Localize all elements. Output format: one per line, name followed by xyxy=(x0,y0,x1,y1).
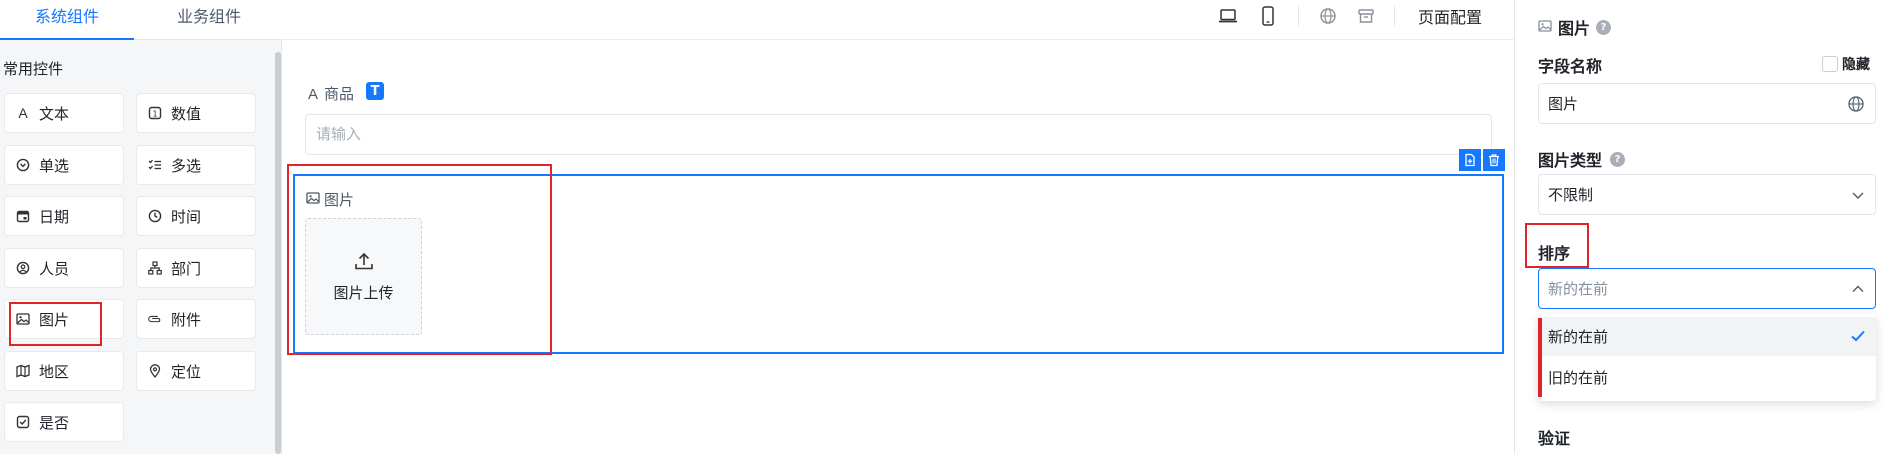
highlight-sort-options xyxy=(1538,318,1542,397)
image-icon xyxy=(15,311,31,327)
text-type-badge: T xyxy=(366,82,384,100)
sort-select[interactable]: 新的在前 xyxy=(1538,268,1876,309)
sort-option-oldest-first[interactable]: 旧的在前 xyxy=(1538,358,1876,397)
sort-label: 排序 xyxy=(1538,244,1571,263)
palette-item-label: 多选 xyxy=(171,156,202,175)
upload-icon xyxy=(353,250,375,276)
palette-item-single-select[interactable]: 单选 xyxy=(4,145,124,185)
toolbar-divider xyxy=(1394,6,1395,26)
checklist-icon xyxy=(147,157,163,173)
help-icon[interactable]: ? xyxy=(1610,151,1626,167)
calendar-icon xyxy=(15,208,31,224)
attachment-icon xyxy=(147,311,163,327)
number-icon: 1 xyxy=(147,105,163,121)
palette-item-label: 人员 xyxy=(39,259,70,278)
text-type-icon: A xyxy=(308,86,319,103)
globe-icon[interactable] xyxy=(1847,95,1865,117)
field-name-value: 图片 xyxy=(1548,95,1579,113)
option-label: 旧的在前 xyxy=(1548,369,1609,387)
image-icon xyxy=(306,191,320,209)
palette-item-label: 是否 xyxy=(39,413,70,432)
image-upload-button[interactable]: 图片上传 xyxy=(305,218,422,335)
sort-option-newest-first[interactable]: 新的在前 xyxy=(1538,317,1876,356)
option-label: 新的在前 xyxy=(1548,328,1609,346)
image-type-select[interactable]: 不限制 xyxy=(1538,174,1876,215)
component-palette: 系统组件 业务组件 常用控件 A 文本 1 数值 单选 多选 日期 时间 人员 … xyxy=(0,0,282,454)
help-icon[interactable]: ? xyxy=(1596,19,1612,35)
sort-value: 新的在前 xyxy=(1548,280,1609,298)
field-name-label: 字段名称 xyxy=(1538,57,1603,76)
checkmark-icon xyxy=(1850,329,1866,347)
palette-item-location[interactable]: 定位 xyxy=(136,351,256,391)
palette-tabs: 系统组件 业务组件 xyxy=(0,0,282,40)
text-icon: A xyxy=(18,105,28,121)
toolbar-divider xyxy=(1298,6,1299,26)
image-type-value: 不限制 xyxy=(1548,186,1594,204)
palette-item-label: 地区 xyxy=(39,362,70,381)
palette-item-label: 部门 xyxy=(171,259,202,278)
palette-item-label: 图片 xyxy=(39,310,70,329)
palette-item-date[interactable]: 日期 xyxy=(4,196,124,236)
hide-checkbox[interactable] xyxy=(1822,56,1838,72)
palette-scrollbar[interactable] xyxy=(275,52,281,454)
copy-field-icon[interactable] xyxy=(1459,149,1481,171)
sort-dropdown: 新的在前 旧的在前 xyxy=(1538,314,1876,401)
org-icon xyxy=(147,260,163,276)
palette-item-label: 日期 xyxy=(39,207,70,226)
svg-text:1: 1 xyxy=(152,110,157,119)
tab-business-components[interactable]: 业务组件 xyxy=(142,0,276,40)
hide-toggle[interactable]: 隐藏 xyxy=(1822,54,1870,74)
user-icon xyxy=(15,260,31,276)
product-field-label: A 商品 xyxy=(308,83,354,104)
section-title: 常用控件 xyxy=(3,60,64,78)
palette-item-number[interactable]: 1 数值 xyxy=(136,93,256,133)
product-input[interactable] xyxy=(305,114,1492,155)
location-pin-icon xyxy=(147,363,163,379)
upload-label: 图片上传 xyxy=(333,284,394,302)
selected-image-field[interactable] xyxy=(293,174,1504,354)
palette-item-label: 时间 xyxy=(171,207,202,226)
palette-item-person[interactable]: 人员 xyxy=(4,248,124,288)
archive-icon[interactable] xyxy=(1355,5,1377,27)
palette-item-label: 文本 xyxy=(39,104,70,123)
canvas-toolbar: 页面配置 xyxy=(282,0,1514,40)
palette-item-text[interactable]: A 文本 xyxy=(4,93,124,133)
palette-item-attachment[interactable]: 附件 xyxy=(136,299,256,339)
palette-item-label: 附件 xyxy=(171,310,202,329)
laptop-icon[interactable] xyxy=(1217,5,1239,27)
panel-title: 图片 ? xyxy=(1538,15,1612,39)
page-config-button[interactable]: 页面配置 xyxy=(1418,4,1482,28)
field-name-input[interactable]: 图片 xyxy=(1538,83,1876,124)
panel-title-text: 图片 xyxy=(1558,19,1591,38)
palette-item-department[interactable]: 部门 xyxy=(136,248,256,288)
palette-item-label: 数值 xyxy=(171,104,202,123)
delete-field-icon[interactable] xyxy=(1483,149,1505,171)
palette-item-label: 定位 xyxy=(171,362,202,381)
mobile-icon[interactable] xyxy=(1257,5,1279,27)
map-icon xyxy=(15,363,31,379)
palette-item-yes-no[interactable]: 是否 xyxy=(4,402,124,442)
image-icon xyxy=(1538,18,1552,37)
validation-label: 验证 xyxy=(1538,429,1571,448)
radio-icon xyxy=(15,157,31,173)
image-field-label: 图片 xyxy=(306,189,354,210)
palette-item-region[interactable]: 地区 xyxy=(4,351,124,391)
form-designer: 系统组件 业务组件 常用控件 A 文本 1 数值 单选 多选 日期 时间 人员 … xyxy=(0,0,1887,454)
tab-system-components[interactable]: 系统组件 xyxy=(0,0,134,40)
chevron-down-icon xyxy=(1851,188,1865,206)
palette-item-label: 单选 xyxy=(39,156,70,175)
hide-label: 隐藏 xyxy=(1842,57,1870,73)
product-field-label-text: 商品 xyxy=(324,85,355,103)
image-type-label-text: 图片类型 xyxy=(1538,151,1603,170)
palette-item-multi-select[interactable]: 多选 xyxy=(136,145,256,185)
clock-icon xyxy=(147,208,163,224)
palette-item-time[interactable]: 时间 xyxy=(136,196,256,236)
image-field-label-text: 图片 xyxy=(324,191,355,209)
chevron-up-icon xyxy=(1851,282,1865,300)
checkbox-icon xyxy=(15,414,31,430)
image-type-label: 图片类型 ? xyxy=(1538,147,1626,171)
palette-item-image[interactable]: 图片 xyxy=(4,299,124,339)
globe-icon[interactable] xyxy=(1317,5,1339,27)
